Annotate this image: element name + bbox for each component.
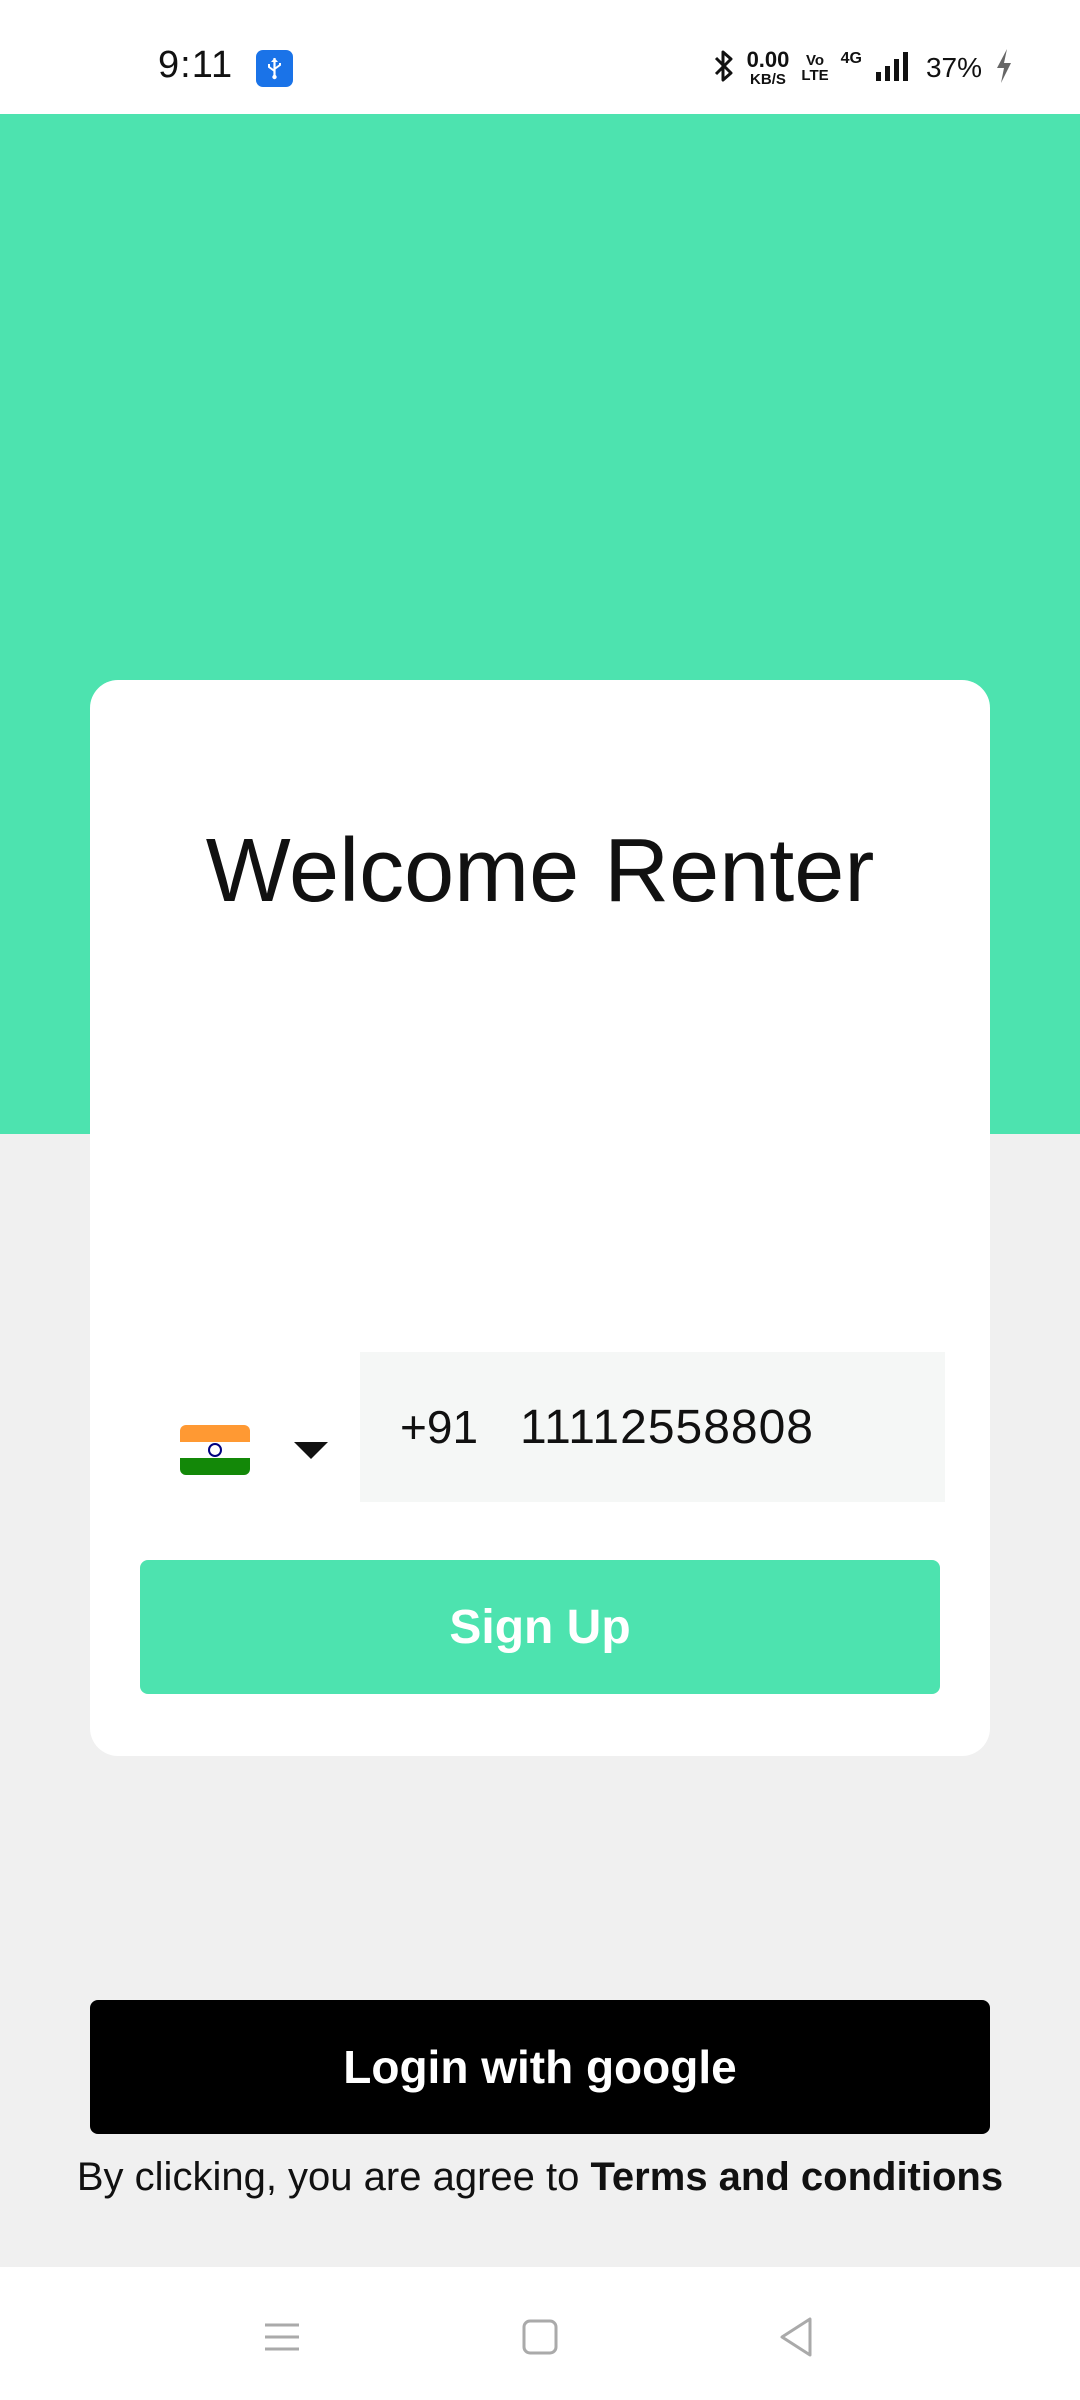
terms-text: By clicking, you are agree to Terms and … [0, 2155, 1080, 2200]
navigation-bar [0, 2267, 1080, 2400]
welcome-title: Welcome Renter [205, 821, 875, 921]
phone-country-code: +91 [400, 1401, 479, 1453]
signal-icon [874, 50, 914, 87]
signup-card: Welcome Renter +91 11112558808 Sign Up [90, 680, 990, 1756]
google-login-button[interactable]: Login with google [90, 2000, 990, 2134]
status-icons: 0.00 KB/S Vo LTE 4G 37% [713, 46, 1014, 90]
network-type: 4G [840, 50, 862, 67]
signup-button[interactable]: Sign Up [140, 1560, 940, 1694]
charging-icon [994, 48, 1014, 89]
status-bar: 9:11 0.00 KB/S Vo LTE 4G 37% [0, 0, 1080, 114]
net-speed: 0.00 KB/S [746, 47, 790, 88]
screen: 9:11 0.00 KB/S Vo LTE 4G 37% Welcome Ren… [0, 0, 1080, 2400]
country-picker[interactable] [180, 1400, 350, 1500]
back-icon[interactable] [756, 2297, 836, 2377]
india-flag-icon [180, 1425, 250, 1475]
phone-number-field[interactable]: +91 11112558808 [360, 1352, 945, 1502]
volte-top: Vo [805, 52, 825, 69]
terms-prefix: By clicking, you are agree to [76, 2155, 591, 2199]
volte-indicator: Vo LTE [801, 53, 828, 83]
usb-icon [256, 50, 293, 87]
home-icon[interactable] [500, 2297, 580, 2377]
bluetooth-icon [713, 49, 735, 88]
volte-bottom: LTE [801, 67, 829, 84]
battery-percent: 37% [925, 52, 982, 83]
terms-link[interactable]: Terms and conditions [590, 2155, 1003, 2199]
status-time: 9:11 [158, 44, 234, 86]
net-speed-value: 0.00 [746, 47, 790, 72]
phone-number-input[interactable]: 11112558808 [520, 1400, 814, 1455]
dropdown-arrow-icon [294, 1441, 328, 1459]
net-speed-unit: KB/S [750, 71, 786, 88]
menu-icon[interactable] [242, 2297, 322, 2377]
